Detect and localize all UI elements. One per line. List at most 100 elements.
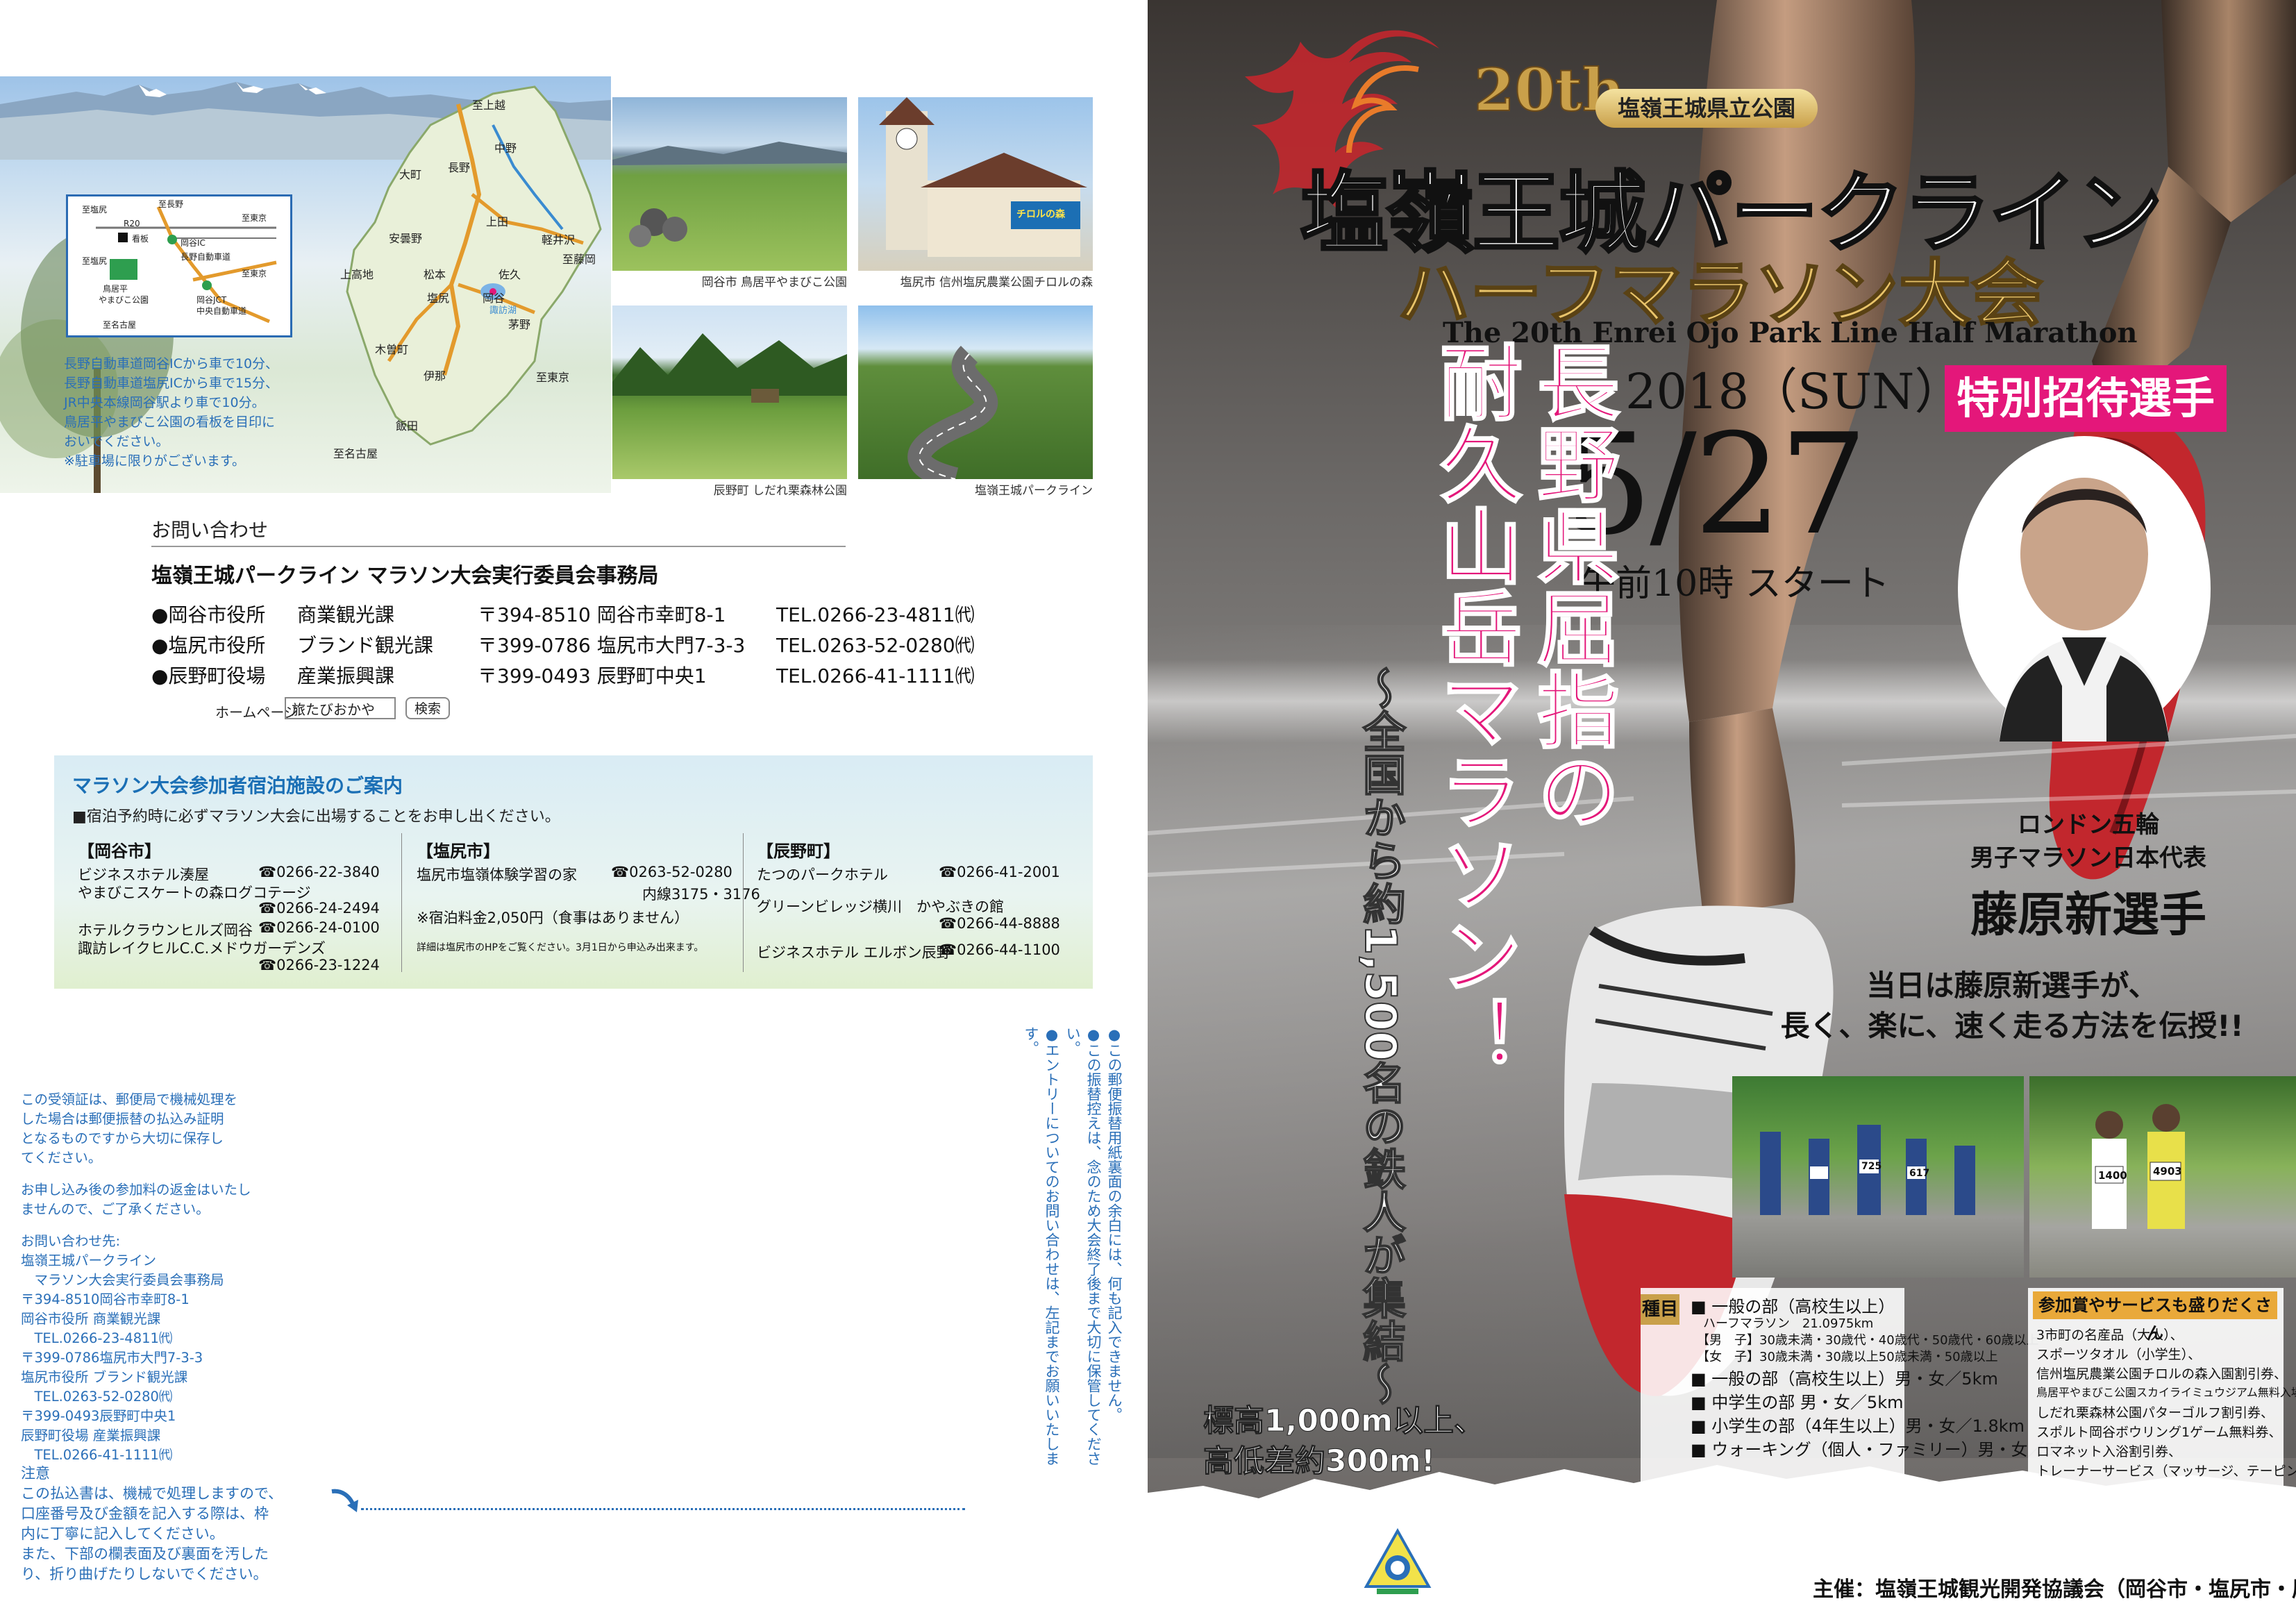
curved-arrow-icon <box>331 1489 358 1512</box>
notice-line: 口座番号及び金額を記入する際は、枠 <box>21 1505 269 1522</box>
inset-label: やまびこ公園 <box>99 295 149 305</box>
map-label: 大町 <box>399 168 422 181</box>
contact-dept: ブランド観光課 <box>297 634 434 657</box>
category-item: ■ 中学生の部 男・女／5km <box>1691 1393 1904 1412</box>
contact-heading: お問い合わせ <box>151 519 269 542</box>
receipt-line: 〒399-0786塩尻市大門7-3-3 <box>21 1350 203 1366</box>
column-divider <box>743 833 744 972</box>
guest-lesson-line2: 長く、楽に、速く走る方法を伝授!! <box>1780 1009 2244 1043</box>
service-item: スポルト岡谷ボウリング1ゲーム無料券、 <box>2036 1425 2282 1440</box>
receipt-line: マラソン大会実行委員会事務局 <box>21 1272 224 1288</box>
guest-name: 藤原新選手 <box>1970 888 2206 943</box>
vertical-note: ●この郵便振替用紙裏面の余白には、何も記入できません。 <box>1106 1026 1123 1422</box>
contact-dept: 商業観光課 <box>297 603 395 626</box>
inset-label: 至東京 <box>242 213 267 223</box>
inset-label: 至塩尻 <box>82 256 108 266</box>
inset-label: 長野自動車道 <box>181 252 231 262</box>
vertical-note: ●エントリーについてのお問い合わせは、左記までお願いいたします。 <box>1023 1026 1060 1466</box>
map-label: 茅野 <box>508 318 531 331</box>
lodging-shiojiri-title: 【塩尻市】 <box>417 842 500 861</box>
notice-line: 注意 <box>21 1465 50 1482</box>
receipt-notes: この受領証は、郵便局で機械処理を した場合は郵便振替の払込み証明 となるものです… <box>21 1090 299 1465</box>
access-directions: 長野自動車道岡谷ICから車で10分、 長野自動車道塩尻ICから車で15分、 JR… <box>64 354 342 471</box>
search-keyword-box[interactable]: 旅たびおかや <box>285 697 396 719</box>
start-time: 午前10時 スタート <box>1579 563 1890 605</box>
access-line: おいでください。 <box>64 434 169 449</box>
notice-line: また、下部の欄表面及び裏面を汚した <box>21 1546 269 1562</box>
footer-band <box>1148 1507 2296 1624</box>
service-item: ロマネット入浴割引券、 <box>2036 1444 2182 1459</box>
bib-number: 617 <box>1909 1168 1930 1179</box>
notice-line: 内に丁寧に記入してください。 <box>21 1525 224 1542</box>
lodging-okaya-title: 【岡谷市】 <box>78 842 161 861</box>
contact-address: 〒399-0786 塩尻市大門7-3-3 <box>478 634 746 657</box>
lodging-heading: マラソン大会参加者宿泊施設のご案内 <box>72 774 403 797</box>
left-page: 至塩尻 至長野 至東京 R20 看板 岡谷IC 長野自動車道 至塩尻 至東京 鳥… <box>0 0 1148 1624</box>
receipt-line: 辰野町役場 産業振興課 <box>21 1428 161 1443</box>
lodging-note: ■宿泊予約時に必ずマラソン大会に出場することをお申し出ください。 <box>72 808 560 826</box>
photo-caption: 塩尻市 信州塩尻農業公園チロルの森 <box>900 276 1093 290</box>
service-item: 3市町の名産品（大人）、 <box>2036 1328 2184 1343</box>
receipt-line: てください。 <box>21 1150 102 1166</box>
category-item: 【女 子】30歳未満・30歳以上50歳未満・50歳以上 <box>1691 1350 1998 1364</box>
map-label: 上高地 <box>340 268 374 281</box>
search-button[interactable]: 検索 <box>405 697 450 719</box>
inset-label: 至塩尻 <box>82 205 108 215</box>
bib-number: 725 <box>1861 1161 1882 1172</box>
organizer-credit: 主催：塩嶺王城観光開発協議会（岡谷市・塩尻市・辰野町） <box>1813 1577 2296 1602</box>
guest-title: ロンドン五輪 <box>2018 811 2159 839</box>
athlete-portrait-illustration <box>2000 478 2169 742</box>
bib-number: 4903 <box>2153 1165 2182 1178</box>
receipt-line: この受領証は、郵便局で機械処理を <box>21 1091 238 1107</box>
photo-runners-pair: 1400 4903 <box>2029 1076 2296 1278</box>
contact-organization: 塩嶺王城パークライン マラソン大会実行委員会事務局 <box>151 564 659 588</box>
lodging-price: ※宿泊料金2,050円（食事はありません） <box>417 910 689 926</box>
inset-road-map: 至塩尻 至長野 至東京 R20 看板 岡谷IC 長野自動車道 至塩尻 至東京 鳥… <box>66 194 292 337</box>
lodging-name: グリーンビレッジ横川 かやぶきの館 <box>757 898 1004 915</box>
guest-subtitle: 男子マラソン日本代表 <box>1970 844 2206 872</box>
map-label: 松本 <box>424 268 446 281</box>
receipt-line: ませんので、ご了承ください。 <box>21 1201 210 1217</box>
service-item: 信州塩尻農業公園チロルの森入園割引券、 <box>2036 1366 2288 1382</box>
map-label: 中野 <box>494 142 517 155</box>
photo-tyrol-forest: チロルの森 <box>858 97 1093 271</box>
payment-notice: 注意 この払込書は、機械で処理しますので、 口座番号及び金額を記入する際は、枠 … <box>21 1464 292 1584</box>
receipt-line: TEL.0266-41-1111㈹ <box>21 1447 173 1463</box>
lodging-tatsuno-title: 【辰野町】 <box>757 842 840 861</box>
map-label: 上田 <box>486 215 509 228</box>
category-item: ハーフマラソン 21.0975km <box>1691 1316 1874 1331</box>
receipt-line: 岡谷市役所 商業観光課 <box>21 1311 161 1327</box>
access-line: ※駐車場に限りがございます。 <box>64 453 246 469</box>
inset-label: 鳥居平 <box>103 284 128 294</box>
receipt-line: お申し込み後の参加料の返金はいたし <box>21 1182 251 1198</box>
receipt-line: した場合は郵便振替の払込み証明 <box>21 1111 224 1127</box>
receipt-line: 〒394-8510岡谷市幸町8-1 <box>21 1291 190 1307</box>
receipt-line: 塩尻市役所 ブランド観光課 <box>21 1369 188 1385</box>
map-label: 至上越 <box>472 99 506 112</box>
catchphrase-line2: 耐久山岳マラソン！ <box>1425 340 1523 1079</box>
contact-office: ●塩尻市役所 <box>151 634 266 657</box>
map-label: 軽井沢 <box>542 233 576 246</box>
right-page-poster: 725 617 1400 4903 20th 塩嶺王城県立公園 塩嶺王城パークラ… <box>1148 0 2296 1624</box>
notice-line: り、折り曲げたりしないでください。 <box>21 1566 268 1582</box>
inset-label: 中央自動車道 <box>196 306 247 316</box>
inset-label: 岡谷JCT <box>196 295 227 305</box>
elevation-line1: 標高1,000m以上、 <box>1203 1403 1485 1439</box>
photo-yamabiko-park <box>612 97 847 271</box>
photo-caption: 塩嶺王城パークライン <box>975 484 1093 498</box>
map-label: 諏訪湖 <box>489 305 517 316</box>
access-line: 鳥居平やまびこ公園の看板を目印に <box>64 415 276 430</box>
service-item: しだれ栗森林公園パターゴルフ割引券、 <box>2036 1405 2274 1421</box>
category-item: ■ 一般の部（高校生以上）男・女／5km <box>1691 1369 1998 1389</box>
inset-label: 至東京 <box>242 269 267 278</box>
contact-tel: TEL.0263-52-0280㈹ <box>776 634 975 657</box>
contact-office: ●辰野町役場 <box>151 664 266 687</box>
map-label: 木曽町 <box>375 343 409 356</box>
photo-park-line-road <box>858 305 1093 479</box>
access-line: 長野自動車道岡谷ICから車で10分、 <box>64 356 279 371</box>
lodging-detail: 詳細は塩尻市のHPをご覧ください。3月1日から申込み出来ます。 <box>417 942 704 953</box>
organizer-logo-icon <box>1364 1527 1432 1594</box>
bib-number: 1400 <box>2098 1169 2127 1182</box>
cut-line <box>361 1508 965 1510</box>
photo-runners-group: 725 617 <box>1732 1076 2024 1278</box>
